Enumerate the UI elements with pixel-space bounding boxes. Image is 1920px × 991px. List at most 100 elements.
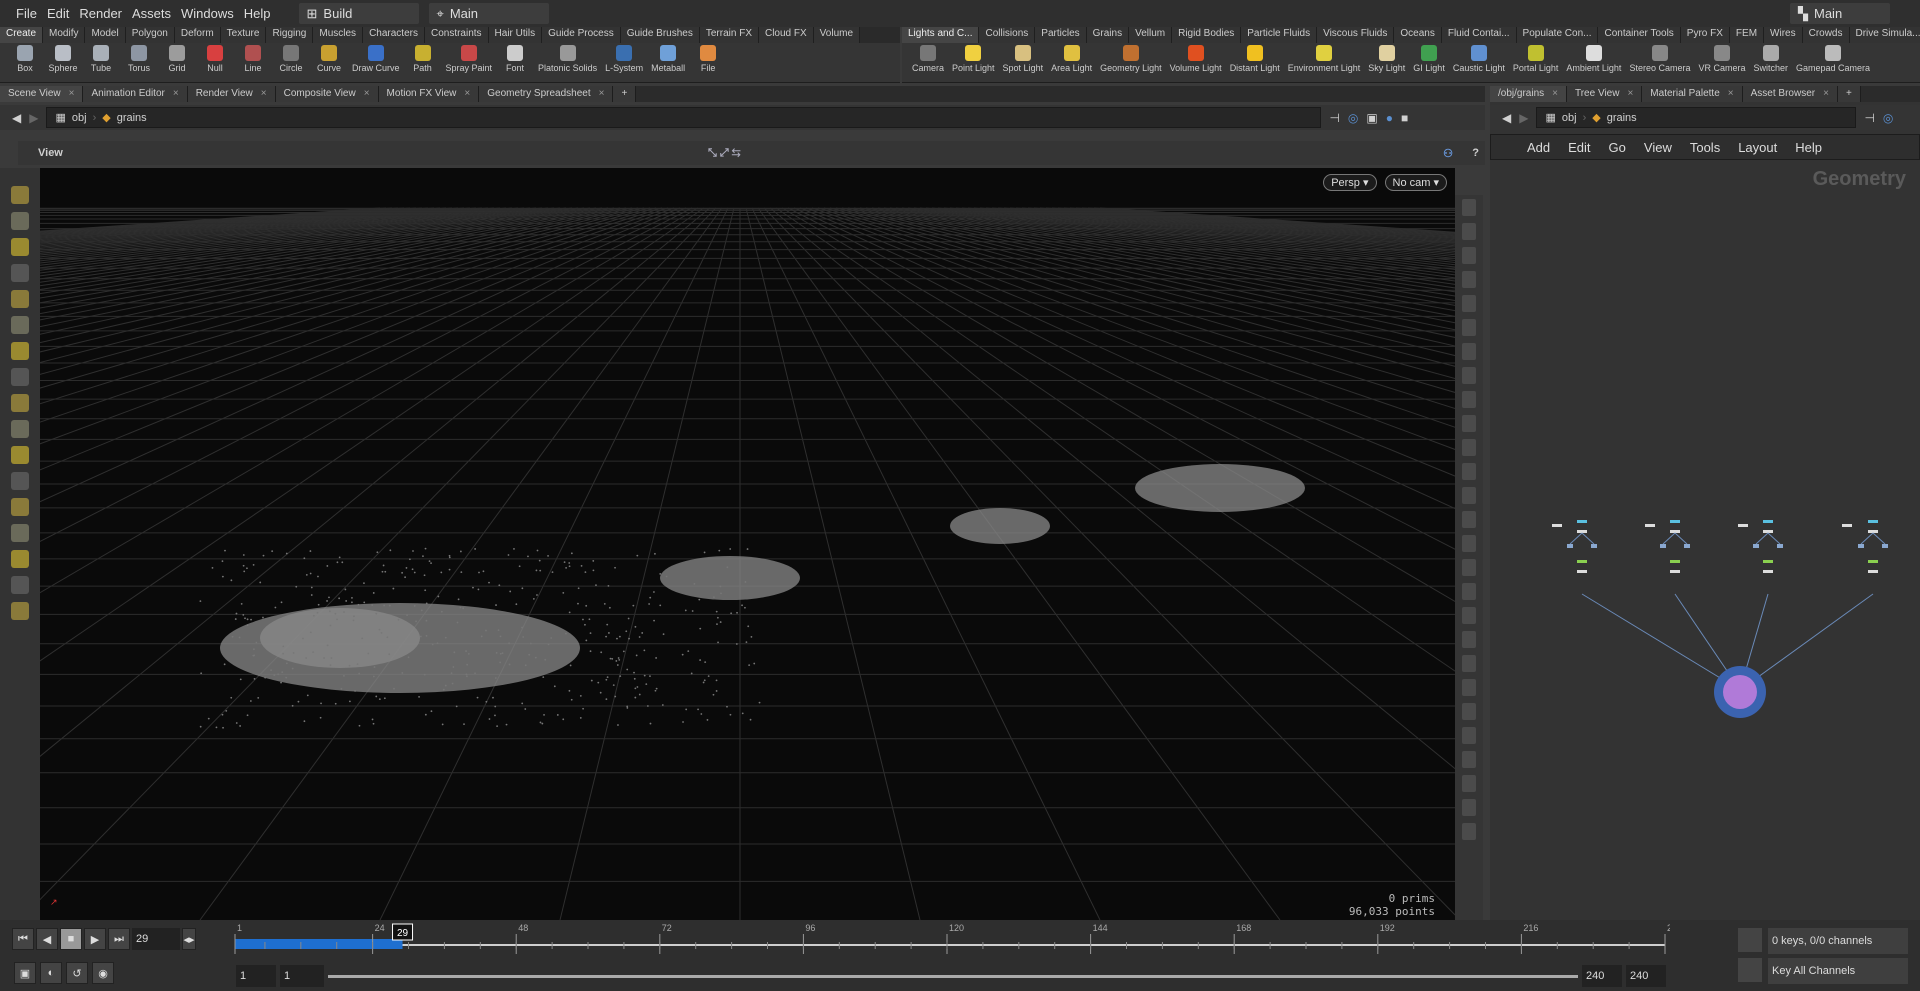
tool-torus[interactable]: Torus (120, 43, 158, 75)
pose-tool-icon[interactable] (11, 212, 29, 230)
node[interactable] (1777, 544, 1783, 548)
node[interactable] (1670, 520, 1680, 523)
desktop-menu[interactable]: ⊞ Build (299, 3, 419, 24)
shelf-tab-14[interactable]: Wires (1764, 27, 1803, 43)
shelf-tab-13[interactable]: Terrain FX (700, 27, 759, 43)
node[interactable] (1868, 570, 1878, 573)
pin-icon[interactable]: ⊣ (1864, 111, 1874, 125)
close-icon[interactable]: × (1627, 88, 1633, 99)
back-arrow-icon[interactable]: ◀ (1502, 111, 1511, 125)
keys-status[interactable]: 0 keys, 0/0 channels (1768, 928, 1908, 954)
camera-tool-icon[interactable] (11, 550, 29, 568)
menu-help[interactable]: Help (244, 6, 271, 21)
shelf-tab-16[interactable]: Drive Simula... (1850, 27, 1920, 43)
timeline-slider[interactable]: 1 24 48 72 96 120 144 168 192 216 2 29 (230, 920, 1670, 960)
node[interactable] (1858, 544, 1864, 548)
network-menu-layout[interactable]: Layout (1738, 140, 1777, 155)
tool-camera[interactable]: Camera (908, 43, 948, 75)
shelf-tab-9[interactable]: Constraints (425, 27, 489, 43)
tab-animation-editor[interactable]: Animation Editor × (83, 86, 187, 102)
node[interactable] (1753, 544, 1759, 548)
display-option-icon[interactable] (1462, 367, 1476, 384)
tool-null[interactable]: Null (196, 43, 234, 75)
channel-list-icon[interactable] (1738, 928, 1762, 952)
range-end-field-2[interactable]: 240 (1626, 965, 1666, 987)
tool-box[interactable]: Box (6, 43, 44, 75)
grain-cloud[interactable] (260, 608, 420, 668)
display-option-icon[interactable] (1462, 439, 1476, 456)
merge-node[interactable] (1723, 675, 1757, 709)
jump-end-button[interactable]: ⏭ (108, 928, 130, 950)
tool-metaball[interactable]: Metaball (647, 43, 689, 75)
node-graph[interactable] (1490, 160, 1920, 920)
magnet2-tool-icon[interactable] (11, 498, 29, 516)
display-option-icon[interactable] (1462, 511, 1476, 528)
jump-start-button[interactable]: ⏮ (12, 928, 34, 950)
network-menu-view[interactable]: View (1644, 140, 1672, 155)
shelf-tab-10[interactable]: Populate Con... (1517, 27, 1599, 43)
shelf-tab-5[interactable]: Rigid Bodies (1172, 27, 1241, 43)
tool-sphere[interactable]: Sphere (44, 43, 82, 75)
display-layout-icon[interactable]: ⚇ (1443, 147, 1453, 160)
display-option-icon[interactable] (1462, 343, 1476, 360)
tab-scene-view[interactable]: Scene View × (0, 86, 83, 102)
node[interactable] (1684, 544, 1690, 548)
node[interactable] (1868, 560, 1878, 563)
camera-menu[interactable]: No cam ▾ (1385, 174, 1447, 191)
magnet-tool-icon[interactable] (11, 472, 29, 490)
node[interactable] (1577, 520, 1587, 523)
tab-2[interactable]: Material Palette × (1642, 86, 1742, 102)
network-editor[interactable]: Geometry (1490, 160, 1920, 920)
display-option-icon[interactable] (1462, 751, 1476, 768)
display-option-icon[interactable] (1462, 391, 1476, 408)
network-menu-go[interactable]: Go (1609, 140, 1626, 155)
shelf-tab-11[interactable]: Container Tools (1598, 27, 1680, 43)
display-option-icon[interactable] (1462, 775, 1476, 792)
display-option-icon[interactable] (1462, 463, 1476, 480)
flipbook-tool-icon[interactable] (11, 602, 29, 620)
light-icon[interactable]: ● (1386, 111, 1393, 125)
shelf-tab-4[interactable]: Vellum (1129, 27, 1172, 43)
forward-arrow-icon[interactable]: ▶ (1519, 111, 1528, 125)
node[interactable] (1591, 544, 1597, 548)
handle-tool-icon[interactable] (11, 264, 29, 282)
path-obj[interactable]: obj (1562, 112, 1577, 124)
menu-assets[interactable]: Assets (132, 6, 171, 21)
tab-0[interactable]: /obj/grains × (1490, 86, 1567, 102)
close-icon[interactable]: × (1823, 88, 1829, 99)
display-option-icon[interactable] (1462, 583, 1476, 600)
network-menu-help[interactable]: Help (1795, 140, 1822, 155)
tool-tube[interactable]: Tube (82, 43, 120, 75)
context-menu[interactable]: ⌖ Main (429, 3, 549, 24)
tab-geometry-spreadsheet[interactable]: Geometry Spreadsheet × (479, 86, 613, 102)
shelf-tab-8[interactable]: Characters (363, 27, 425, 43)
node[interactable] (1670, 560, 1680, 563)
display-option-icon[interactable] (1462, 655, 1476, 672)
close-icon[interactable]: × (464, 88, 470, 99)
node[interactable] (1763, 520, 1773, 523)
path-obj[interactable]: obj (72, 112, 87, 124)
rotate-tool-icon[interactable] (11, 342, 29, 360)
shelf-tab-13[interactable]: FEM (1730, 27, 1764, 43)
current-frame-field[interactable]: 29 (132, 928, 180, 950)
path-grains[interactable]: grains (1607, 112, 1637, 124)
close-icon[interactable]: × (1552, 88, 1558, 99)
display-option-icon[interactable] (1462, 799, 1476, 816)
shelf-tab-1[interactable]: Collisions (979, 27, 1035, 43)
close-icon[interactable]: × (69, 88, 75, 99)
network-menu-edit[interactable]: Edit (1568, 140, 1590, 155)
grain-cloud[interactable] (1135, 464, 1305, 512)
tool-platonic-solids[interactable]: Platonic Solids (534, 43, 601, 75)
range-start-field-2[interactable]: 1 (280, 965, 324, 987)
network-path-field[interactable]: ▦ obj › ◆ grains (1536, 107, 1856, 128)
node[interactable] (1660, 544, 1666, 548)
scale-tool-icon[interactable] (11, 316, 29, 334)
node[interactable] (1763, 560, 1773, 563)
add-tab-button[interactable]: + (1838, 86, 1861, 102)
display-option-icon[interactable] (1462, 199, 1476, 216)
display-option-icon[interactable] (1462, 223, 1476, 240)
shelf-tab-7[interactable]: Muscles (313, 27, 363, 43)
tab-3[interactable]: Asset Browser × (1743, 86, 1838, 102)
stop-button[interactable]: ■ (60, 928, 82, 950)
tool-volume-light[interactable]: Volume Light (1166, 43, 1226, 75)
